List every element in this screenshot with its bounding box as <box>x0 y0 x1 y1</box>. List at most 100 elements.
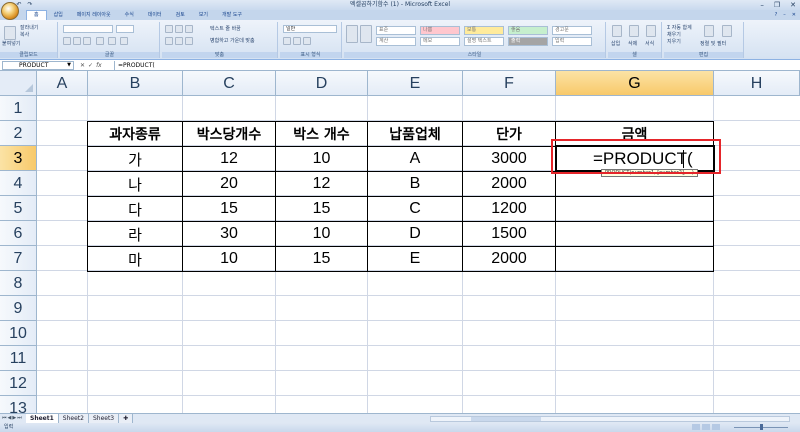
close-icon[interactable]: ✕ <box>790 0 796 10</box>
row-header-12[interactable]: 12 <box>0 371 37 396</box>
sheet-tab-2[interactable]: Sheet2 <box>58 414 89 423</box>
next-sheet-icon[interactable]: ▶ <box>12 415 16 421</box>
row-header-4[interactable]: 4 <box>0 171 37 196</box>
cell[interactable]: 10 <box>275 146 368 172</box>
column-header-c[interactable]: C <box>183 71 276 96</box>
number-format-select[interactable]: 일반 <box>283 25 337 33</box>
row-header-13[interactable]: 13 <box>0 396 37 413</box>
style-good[interactable]: 좋음 <box>508 26 548 35</box>
cancel-icon[interactable]: ✕ <box>80 61 85 70</box>
cell[interactable]: 나 <box>87 171 183 197</box>
align-middle-icon[interactable] <box>175 25 183 33</box>
paste-button[interactable]: 붙여넣기 <box>2 41 20 47</box>
help-icon[interactable]: ? <box>775 10 778 20</box>
find-select-icon[interactable] <box>722 25 732 37</box>
cell[interactable]: 3000 <box>462 146 556 172</box>
row-header-1[interactable]: 1 <box>0 96 37 121</box>
restore-icon[interactable]: ❐ <box>774 0 780 10</box>
normal-view-icon[interactable] <box>692 424 700 430</box>
horizontal-scrollbar[interactable] <box>430 416 790 422</box>
column-header-g[interactable]: G <box>556 71 714 96</box>
row-header-7[interactable]: 7 <box>0 246 37 271</box>
sort-filter-button[interactable]: 정렬 및 필터 <box>700 41 726 47</box>
scroll-thumb[interactable] <box>471 417 541 421</box>
delete-cells-icon[interactable] <box>629 25 639 37</box>
style-input[interactable]: 입력 <box>552 37 592 46</box>
row-header-2[interactable]: 2 <box>0 121 37 146</box>
insert-function-icon[interactable]: fx <box>96 61 102 70</box>
insert-button[interactable]: 삽입 <box>611 41 620 47</box>
cell[interactable]: 10 <box>182 246 276 272</box>
format-table-icon[interactable] <box>360 25 372 43</box>
italic-icon[interactable] <box>73 37 81 45</box>
clear-button[interactable]: 지우기 <box>667 39 681 45</box>
column-header-e[interactable]: E <box>368 71 463 96</box>
align-center-icon[interactable] <box>175 37 183 45</box>
wrap-text-button[interactable]: 텍스트 줄 바꿈 <box>210 26 241 32</box>
style-explanatory[interactable]: 설명 텍스트 <box>464 37 504 46</box>
cell[interactable]: 15 <box>182 196 276 222</box>
worksheet-grid[interactable]: A B C D E F G H 1 2 3 4 5 6 7 8 9 10 11 … <box>0 71 800 413</box>
cell[interactable]: 12 <box>275 171 368 197</box>
column-header-d[interactable]: D <box>276 71 368 96</box>
cell[interactable]: 30 <box>182 221 276 247</box>
align-bottom-icon[interactable] <box>185 25 193 33</box>
cell[interactable]: 2000 <box>462 171 556 197</box>
cell[interactable]: 가 <box>87 146 183 172</box>
enter-icon[interactable]: ✓ <box>88 61 93 70</box>
cell[interactable]: B <box>367 171 463 197</box>
cell[interactable]: 마 <box>87 246 183 272</box>
cell[interactable]: 10 <box>275 221 368 247</box>
cell[interactable]: C <box>367 196 463 222</box>
prev-sheet-icon[interactable]: ◀ <box>8 415 12 421</box>
bold-icon[interactable] <box>63 37 71 45</box>
tab-developer[interactable]: 개발 도구 <box>215 10 249 20</box>
cell[interactable]: 라 <box>87 221 183 247</box>
align-left-icon[interactable] <box>165 37 173 45</box>
fill-button[interactable]: 채우기 <box>667 32 681 38</box>
fill-color-icon[interactable] <box>108 37 116 45</box>
delete-button[interactable]: 삭제 <box>628 41 637 47</box>
row-header-9[interactable]: 9 <box>0 296 37 321</box>
sheet-tab-3[interactable]: Sheet3 <box>88 414 120 423</box>
column-header-b[interactable]: B <box>88 71 183 96</box>
cell[interactable]: 1200 <box>462 196 556 222</box>
format-button[interactable]: 서식 <box>645 41 654 47</box>
font-name-select[interactable] <box>63 25 113 33</box>
insert-cells-icon[interactable] <box>612 25 622 37</box>
row-header-8[interactable]: 8 <box>0 271 37 296</box>
zoom-slider[interactable] <box>726 424 796 430</box>
row-header-10[interactable]: 10 <box>0 321 37 346</box>
office-button[interactable] <box>1 2 19 20</box>
cell[interactable]: 15 <box>275 246 368 272</box>
style-note[interactable]: 메모 <box>420 37 460 46</box>
cell[interactable]: 20 <box>182 171 276 197</box>
insert-sheet-icon[interactable]: ✚ <box>119 414 134 423</box>
cut-button[interactable]: 잘라내기 <box>20 25 38 31</box>
row-header-11[interactable]: 11 <box>0 346 37 371</box>
cell[interactable]: D <box>367 221 463 247</box>
tab-view[interactable]: 보기 <box>192 10 215 20</box>
cell[interactable]: 1500 <box>462 221 556 247</box>
page-layout-view-icon[interactable] <box>702 424 710 430</box>
chevron-down-icon[interactable]: ▼ <box>67 62 71 69</box>
sort-filter-icon[interactable] <box>704 25 714 37</box>
tab-data[interactable]: 데이터 <box>141 10 169 20</box>
column-header-h[interactable]: H <box>714 71 800 96</box>
column-header-f[interactable]: F <box>463 71 556 96</box>
ribbon-minimize-icon[interactable]: – <box>783 10 786 20</box>
style-normal[interactable]: 표준 <box>376 26 416 35</box>
sheet-tab-1[interactable]: Sheet1 <box>26 414 59 423</box>
row-header-6[interactable]: 6 <box>0 221 37 246</box>
style-neutral[interactable]: 보통 <box>464 26 504 35</box>
comma-icon[interactable] <box>303 37 311 45</box>
tab-insert[interactable]: 삽입 <box>47 10 70 20</box>
cell[interactable] <box>555 196 714 222</box>
formula-input[interactable]: =PRODUCT( <box>114 61 796 70</box>
percent-icon[interactable] <box>293 37 301 45</box>
minimize-icon[interactable]: – <box>760 0 764 10</box>
cell[interactable]: 15 <box>275 196 368 222</box>
column-header-a[interactable]: A <box>37 71 88 96</box>
style-calc[interactable]: 계산 <box>376 37 416 46</box>
conditional-format-icon[interactable] <box>346 25 358 43</box>
